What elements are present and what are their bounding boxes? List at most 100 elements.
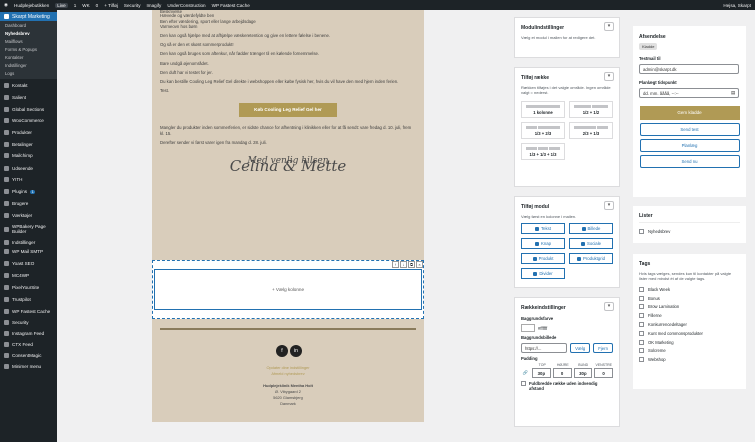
send-now-button[interactable]: Send nu xyxy=(639,155,740,168)
menu-item[interactable]: CTX Feed xyxy=(0,341,57,348)
tag-item[interactable]: Bonus xyxy=(633,294,746,303)
padding-right-input[interactable]: 0 xyxy=(552,368,572,378)
submenu-item[interactable]: Mailflows xyxy=(0,38,57,46)
toggle-icon[interactable]: ▾ xyxy=(604,302,614,311)
wk-link[interactable]: WK xyxy=(82,3,89,8)
menu-item[interactable]: Mailchimp xyxy=(0,152,57,159)
schedule-input[interactable]: dd. mm. åååå, --:-- ▤ xyxy=(639,88,739,98)
menu-item[interactable]: Minimer menu xyxy=(0,363,57,370)
submenu-item[interactable]: Forms & Popups xyxy=(0,46,57,54)
unsubscribe-link[interactable]: Afmeld nyhedsbrev xyxy=(152,371,424,376)
cache-link[interactable]: WP Fastest Cache xyxy=(212,3,250,8)
comments-count[interactable]: 0 xyxy=(96,3,99,8)
tag-checkbox[interactable] xyxy=(639,313,644,319)
tag-checkbox[interactable] xyxy=(639,348,644,354)
submenu-item[interactable]: Indstillinger xyxy=(0,62,57,70)
tag-checkbox[interactable] xyxy=(639,330,644,336)
tag-checkbox[interactable] xyxy=(639,295,644,301)
menu-item[interactable]: Produkter xyxy=(0,129,57,136)
submenu-item[interactable]: Logs xyxy=(0,70,57,78)
padding-bottom-input[interactable]: 30p xyxy=(573,368,593,378)
construction-link[interactable]: UnderConstruction xyxy=(167,3,205,8)
submenu-item[interactable]: Dashboard xyxy=(0,22,57,30)
menu-item[interactable]: WP Fastest Cache xyxy=(0,308,57,315)
calendar-icon[interactable]: ▤ xyxy=(731,90,735,96)
menu-item[interactable]: Kontakt xyxy=(0,82,57,89)
save-draft-button[interactable]: Gem kladde xyxy=(639,106,740,120)
choose-image-button[interactable]: Vælg xyxy=(570,343,591,353)
delete-icon[interactable]: × xyxy=(416,261,423,268)
column-placeholder[interactable]: + Vælg kolonne xyxy=(154,269,422,310)
bg-image-input[interactable]: https://... xyxy=(521,343,568,353)
add-module-button[interactable]: Sociale xyxy=(569,238,613,249)
tag-checkbox[interactable] xyxy=(639,339,644,345)
submenu-item[interactable]: Kontakter xyxy=(0,54,57,62)
bg-color-value[interactable]: #ffffff xyxy=(538,326,547,331)
security-link[interactable]: Security xyxy=(124,3,141,8)
row-layout-option[interactable]: 1/3 + 1/3 + 1/3 xyxy=(521,143,565,160)
color-swatch[interactable] xyxy=(521,324,535,332)
menu-item[interactable]: Trustpilot xyxy=(0,296,57,303)
cta-button[interactable]: Køb Cooling Leg Relief Gel her xyxy=(239,102,337,117)
add-module-button[interactable]: Produktgrid xyxy=(569,253,613,264)
menu-item[interactable]: Plugins 1 xyxy=(0,188,57,195)
menu-item[interactable]: Brugere xyxy=(0,200,57,207)
move-down-icon[interactable]: ↓ xyxy=(400,261,407,268)
row-layout-option[interactable]: 2/3 + 1/3 xyxy=(569,122,613,139)
instagram-icon[interactable]: in xyxy=(290,345,302,357)
tag-item[interactable]: Black Week xyxy=(633,285,746,294)
menu-item[interactable]: Værktøjer xyxy=(0,212,57,219)
menu-item[interactable]: WP Mail SMTP xyxy=(0,248,57,255)
wordpress-icon[interactable]: ◉ xyxy=(4,2,8,8)
menu-item[interactable]: Salient xyxy=(0,94,57,101)
toggle-icon[interactable]: ▾ xyxy=(604,22,614,31)
list-checkbox[interactable] xyxy=(639,228,644,234)
menu-skarpt-marketing[interactable]: Skarpt Marketing xyxy=(0,12,57,21)
menu-item[interactable]: Indstillinger xyxy=(0,239,57,246)
add-module-button[interactable]: Tekst xyxy=(521,223,565,234)
tag-checkbox[interactable] xyxy=(639,286,644,292)
new-content-link[interactable]: + Tilføj xyxy=(104,3,118,8)
menu-item[interactable]: Instagram Feed xyxy=(0,330,57,337)
site-name[interactable]: Hudplejebutikken xyxy=(14,3,49,8)
menu-item[interactable]: MC4WP xyxy=(0,272,57,279)
imagify-link[interactable]: Imagify xyxy=(147,3,162,8)
duplicate-icon[interactable]: ⧉ xyxy=(408,261,415,268)
add-module-button[interactable]: Billede xyxy=(569,223,613,234)
padding-left-input[interactable]: 0 xyxy=(594,368,613,378)
menu-item[interactable]: WPBakery Page Builder xyxy=(0,224,57,234)
row-layout-option[interactable]: 1/2 + 1/2 xyxy=(569,101,613,118)
add-module-button[interactable]: Knap xyxy=(521,238,565,249)
email-canvas[interactable]: Beskrivelse Hævede og værdefyldte ben Be… xyxy=(152,10,424,422)
menu-item[interactable]: Security xyxy=(0,319,57,326)
menu-item[interactable]: WooCommerce xyxy=(0,117,57,124)
toggle-icon[interactable]: ▾ xyxy=(604,72,614,81)
tag-checkbox[interactable] xyxy=(639,322,644,328)
howdy-user[interactable]: Hejsa, Skarpt xyxy=(723,3,751,8)
toggle-icon[interactable]: ▾ xyxy=(604,201,614,210)
menu-item[interactable]: Yoast SEO xyxy=(0,260,57,267)
tag-checkbox[interactable] xyxy=(639,304,644,310)
tag-item[interactable]: Kunt med commonsprodukter xyxy=(633,329,746,338)
link-padding-icon[interactable]: 🔗 xyxy=(521,368,530,378)
menu-item[interactable]: PixelYourSite xyxy=(0,284,57,291)
menu-item[interactable]: Udseende xyxy=(0,165,57,172)
test-email-input[interactable]: admin@skarpt.dk xyxy=(639,64,739,74)
menu-item[interactable]: Betalinger xyxy=(0,141,57,148)
remove-image-button[interactable]: Fjern xyxy=(593,343,613,353)
tag-item[interactable]: Fillerne xyxy=(633,311,746,320)
menu-item[interactable]: Global Sections xyxy=(0,106,57,113)
updates-count[interactable]: 1 xyxy=(74,3,77,8)
new-row[interactable]: ↑ ↓ ⧉ × + Vælg kolonne xyxy=(152,260,424,319)
add-module-button[interactable]: Produkt xyxy=(521,253,565,264)
facebook-icon[interactable]: f xyxy=(276,345,288,357)
schedule-button[interactable]: Planlæg xyxy=(639,139,740,152)
move-up-icon[interactable]: ↑ xyxy=(392,261,399,268)
submenu-item[interactable]: Nyhedsbrev xyxy=(0,30,57,38)
full-width-checkbox[interactable] xyxy=(521,381,526,386)
tag-item[interactable]: Brow Lamination xyxy=(633,303,746,312)
tag-item[interactable]: Solcreme xyxy=(633,347,746,356)
tag-item[interactable]: OK Marketing xyxy=(633,338,746,347)
send-test-button[interactable]: Send test xyxy=(639,123,740,136)
padding-top-input[interactable]: 30p xyxy=(532,368,551,378)
